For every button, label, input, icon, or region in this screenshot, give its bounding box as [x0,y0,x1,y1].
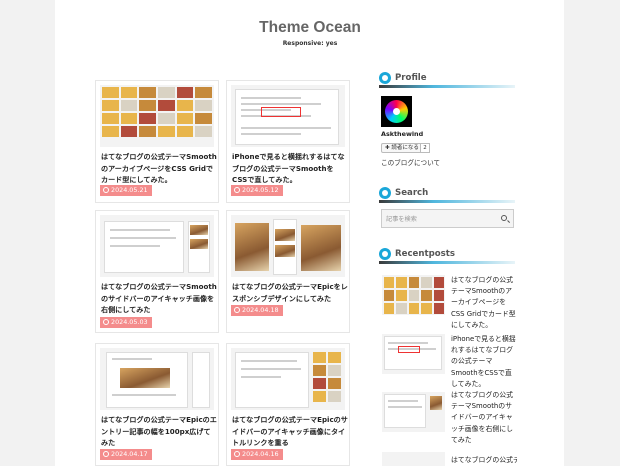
recent-thumbnail[interactable] [382,275,445,315]
post-thumbnail[interactable] [231,85,345,147]
clock-icon [103,187,109,193]
heading-underline [379,261,515,264]
search-input[interactable] [386,213,496,225]
post-title[interactable]: はてなブログの公式テーマEpicのサイドバーのアイキャッチ画像にタイトルリンクを… [232,414,348,449]
clock-icon [103,451,109,457]
post-thumbnail[interactable] [231,348,345,410]
clock-icon [234,451,240,457]
search-icon [379,187,391,199]
post-thumbnail[interactable] [231,215,345,277]
post-card[interactable]: iPhoneで見ると横揺れするはてなブログの公式テーマSmoothをCSSで直し… [226,80,350,203]
recent-thumbnail[interactable] [382,452,445,466]
clock-icon [379,248,391,260]
recent-post-title[interactable]: iPhoneで見ると横揺れするはてなブログの公式テーマSmoothをCSSで直し… [451,334,517,390]
clock-icon [234,307,240,313]
post-title[interactable]: iPhoneで見ると横揺れするはてなブログの公式テーマSmoothをCSSで直し… [232,151,348,186]
profile-icon [379,72,391,84]
avatar[interactable] [381,96,412,127]
heading-underline [379,85,515,88]
search-submit-icon[interactable] [501,215,507,221]
scrollbar[interactable] [614,0,620,466]
post-title[interactable]: はてなブログの公式テーマSmoothのサイドバーのアイキャッチ画像を右側にしてみ… [101,281,217,316]
search-widget-heading: Search [379,187,515,203]
post-card[interactable]: はてなブログの公式テーマEpicをレスポンシブデザインにしてみた 2024.04… [226,210,350,333]
recent-post-title[interactable]: はてなブログの公式テーマSmoothのアーカイブページをCSS Gridでカード… [451,275,517,331]
post-thumbnail[interactable] [100,215,214,277]
site-subtitle: Responsive: yes [282,40,338,47]
date-badge: 2024.04.18 [231,305,283,316]
clock-icon [103,319,109,325]
date-badge: 2024.04.16 [231,449,283,460]
post-card[interactable]: はてなブログの公式テーマEpicのエントリー記事の幅を100px広げてみた 20… [95,343,219,466]
recent-post-title[interactable]: はてなブログの公式テーマEpic [451,455,517,466]
about-blog-link[interactable]: このブログについて [381,157,440,167]
profile-name[interactable]: Askthewind [381,130,423,138]
date-badge: 2024.05.12 [231,185,283,196]
recent-thumbnail[interactable] [382,334,445,374]
heading-underline [379,200,515,203]
post-title[interactable]: はてなブログの公式テーマSmoothのアーカイブページをCSS Gridでカード… [101,151,217,186]
post-thumbnail[interactable] [100,85,214,147]
recent-widget-heading: Recentposts [379,248,515,264]
post-card[interactable]: はてなブログの公式テーマSmoothのアーカイブページをCSS Gridでカード… [95,80,219,203]
clock-icon [234,187,240,193]
recent-thumbnail[interactable] [382,392,445,432]
post-card[interactable]: はてなブログの公式テーマEpicのサイドバーのアイキャッチ画像にタイトルリンクを… [226,343,350,466]
recent-post-title[interactable]: はてなブログの公式テーマSmoothのサイドバーのアイキャッチ画像を右側にしてみ… [451,390,517,446]
date-badge: 2024.05.21 [100,185,152,196]
site-title[interactable]: Theme Ocean [0,19,620,37]
date-badge: 2024.05.03 [100,317,152,328]
post-title[interactable]: はてなブログの公式テーマEpicをレスポンシブデザインにしてみた [232,281,348,304]
post-thumbnail[interactable] [100,348,214,410]
post-title[interactable]: はてなブログの公式テーマEpicのエントリー記事の幅を100px広げてみた [101,414,217,449]
post-card[interactable]: はてなブログの公式テーマSmoothのサイドバーのアイキャッチ画像を右側にしてみ… [95,210,219,333]
profile-widget-heading: Profile [379,72,515,88]
date-badge: 2024.04.17 [100,449,152,460]
reader-count[interactable]: 2 [420,143,430,153]
search-box[interactable] [381,209,514,228]
subscribe-button[interactable]: ✚ 読者になる [381,143,423,153]
